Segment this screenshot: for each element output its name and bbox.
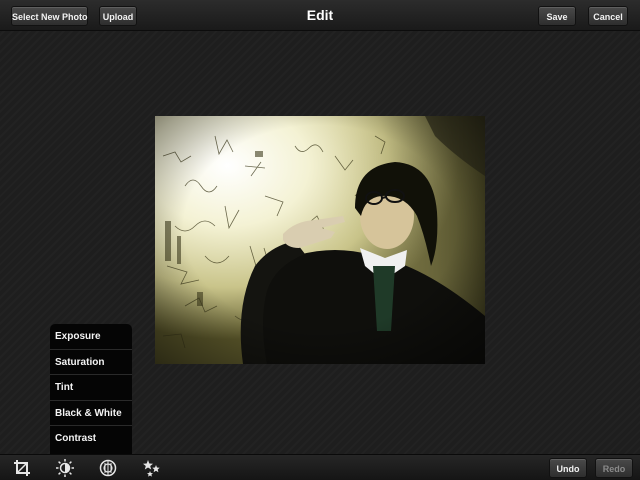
menu-item-contrast[interactable]: Contrast	[50, 426, 132, 452]
crop-icon[interactable]	[12, 458, 32, 478]
photo-editor-screen: Select New Photo Upload Edit Save Cancel	[0, 0, 640, 480]
adjustment-menu: Exposure Saturation Tint Black & White C…	[50, 324, 132, 454]
color-filter-icon[interactable]	[98, 458, 118, 478]
undo-button[interactable]: Undo	[549, 458, 587, 478]
menu-item-saturation[interactable]: Saturation	[50, 350, 132, 376]
menu-item-black-white[interactable]: Black & White	[50, 401, 132, 427]
upload-button[interactable]: Upload	[99, 6, 137, 26]
brightness-icon[interactable]	[55, 458, 75, 478]
save-button[interactable]: Save	[538, 6, 576, 26]
page-title: Edit	[306, 7, 334, 23]
photo-image	[155, 116, 485, 364]
cancel-button[interactable]: Cancel	[588, 6, 628, 26]
redo-button[interactable]: Redo	[595, 458, 633, 478]
menu-item-exposure[interactable]: Exposure	[50, 324, 132, 350]
bottom-toolbar: Undo Redo	[0, 454, 640, 480]
top-bar: Select New Photo Upload Edit Save Cancel	[0, 0, 640, 31]
effects-sparkle-icon[interactable]	[142, 458, 162, 478]
select-new-photo-button[interactable]: Select New Photo	[11, 6, 88, 26]
menu-item-tint[interactable]: Tint	[50, 375, 132, 401]
edited-photo[interactable]	[155, 116, 485, 364]
